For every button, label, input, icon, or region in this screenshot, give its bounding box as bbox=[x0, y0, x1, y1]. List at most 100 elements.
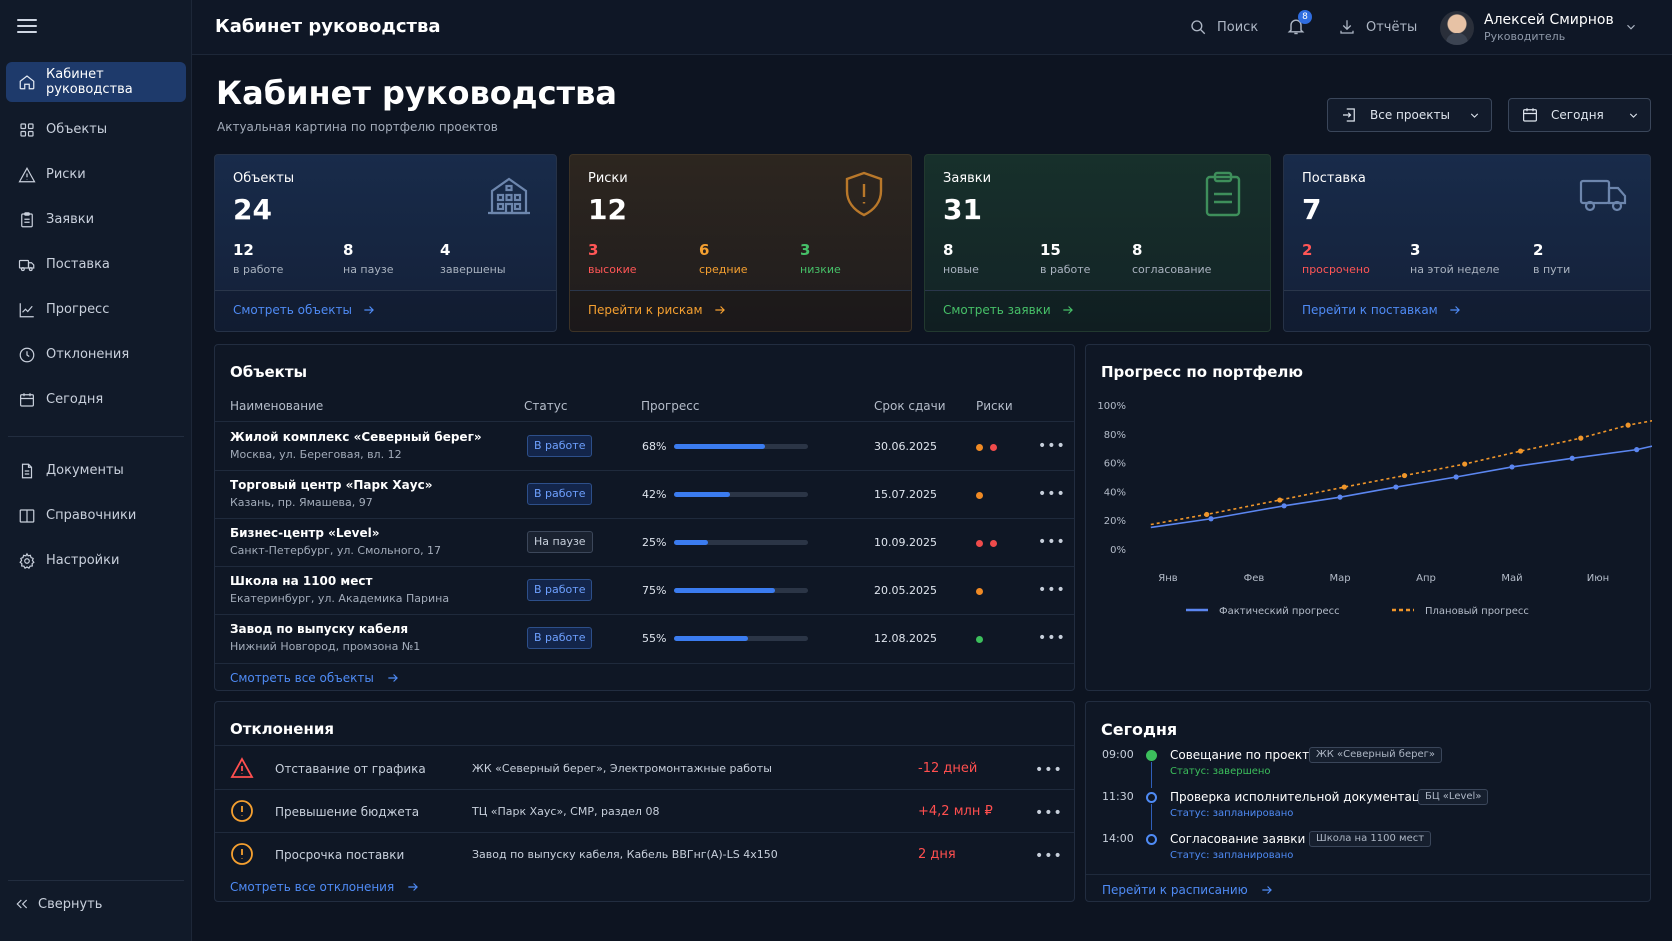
link-label: Смотреть все отклонения bbox=[230, 880, 395, 894]
card-label: Риски bbox=[588, 171, 628, 186]
column-header: Прогресс bbox=[641, 399, 700, 413]
sidebar-item-settings[interactable]: Настройки bbox=[0, 538, 192, 583]
reports-button[interactable]: Отчёты bbox=[1338, 18, 1417, 36]
clipboard-icon bbox=[1205, 171, 1241, 217]
sidebar-item-progress[interactable]: Прогресс bbox=[0, 287, 192, 332]
progress-bar bbox=[674, 444, 808, 449]
object-name: Бизнес-центр «Level» bbox=[230, 526, 380, 540]
truck-icon bbox=[18, 259, 35, 271]
link-label: Смотреть заявки bbox=[943, 303, 1051, 317]
legend-label: Фактический прогресс bbox=[1219, 606, 1340, 617]
deviation-row[interactable]: Превышение бюджета ТЦ «Парк Хаус», СМР, … bbox=[215, 790, 1074, 833]
card-sub-label: в работе bbox=[233, 263, 284, 276]
y-tick-label: 0% bbox=[1110, 545, 1126, 556]
divider bbox=[215, 421, 1074, 422]
status-badge: В работе bbox=[527, 483, 593, 505]
risk-dot bbox=[990, 540, 997, 547]
view-all-deviations-link[interactable]: Смотреть все отклонения bbox=[230, 880, 420, 894]
sidebar-item-objects[interactable]: Объекты bbox=[0, 107, 192, 152]
column-header: Риски bbox=[976, 399, 1013, 413]
sidebar-item-deviations[interactable]: Отклонения bbox=[0, 332, 192, 377]
link-label: Перейти к рискам bbox=[588, 303, 703, 317]
menu-icon[interactable] bbox=[17, 18, 37, 34]
search-button[interactable]: Поиск bbox=[1189, 18, 1258, 36]
deviation-row[interactable]: Просрочка поставки Завод по выпуску кабе… bbox=[215, 833, 1074, 876]
sidebar-item-requests[interactable]: Заявки bbox=[0, 197, 192, 242]
chevron-down-icon bbox=[1470, 113, 1479, 118]
notifications-badge: 8 bbox=[1298, 10, 1312, 24]
more-icon[interactable]: ••• bbox=[1035, 762, 1063, 778]
sidebar-item-label: Кабинет руководства bbox=[46, 67, 133, 97]
view-requests-link[interactable]: Смотреть заявки bbox=[943, 303, 1075, 317]
table-row[interactable]: Бизнес-центр «Level» Санкт-Петербург, ул.… bbox=[215, 519, 1074, 567]
table-row[interactable]: Жилой комплекс «Северный берег» Москва, у… bbox=[215, 423, 1074, 471]
timeline-line bbox=[1151, 762, 1152, 788]
progress-bar-fill bbox=[674, 588, 775, 593]
objects-panel: Объекты Наименование Статус Прогресс Сро… bbox=[214, 344, 1075, 691]
deviation-value: 2 дня bbox=[918, 847, 956, 862]
go-to-supply-link[interactable]: Перейти к поставкам bbox=[1302, 303, 1462, 317]
more-icon[interactable]: ••• bbox=[1038, 534, 1066, 550]
sidebar-item-references[interactable]: Справочники bbox=[0, 493, 192, 538]
y-tick-label: 100% bbox=[1097, 401, 1126, 412]
shield-alert-icon bbox=[845, 171, 883, 217]
x-tick-label: Июн bbox=[1587, 573, 1609, 584]
panel-title: Объекты bbox=[230, 363, 308, 381]
sidebar-item-supply[interactable]: Поставка bbox=[0, 242, 192, 287]
data-point bbox=[1462, 461, 1468, 467]
deviation-row[interactable]: Отставание от графика ЖК «Северный берег… bbox=[215, 747, 1074, 790]
chevron-down-icon[interactable] bbox=[1624, 20, 1638, 34]
view-objects-link[interactable]: Смотреть объекты bbox=[233, 303, 376, 317]
go-to-schedule-link[interactable]: Перейти к расписанию bbox=[1102, 883, 1274, 897]
column-header: Статус bbox=[524, 399, 568, 413]
collapse-sidebar-button[interactable]: Свернуть bbox=[14, 896, 102, 912]
deviation-type: Просрочка поставки bbox=[275, 848, 405, 862]
sidebar-item-today[interactable]: Сегодня bbox=[0, 377, 192, 422]
table-row[interactable]: Торговый центр «Парк Хаус» Казань, пр. Ям… bbox=[215, 471, 1074, 519]
more-icon[interactable]: ••• bbox=[1035, 805, 1063, 821]
warning-icon bbox=[18, 166, 36, 182]
event-time: 11:30 bbox=[1102, 790, 1134, 803]
more-icon[interactable]: ••• bbox=[1038, 486, 1066, 502]
data-point bbox=[1634, 447, 1640, 453]
date-filter-select[interactable]: Сегодня bbox=[1508, 98, 1651, 132]
series-line-planned bbox=[1150, 419, 1652, 526]
due-date: 10.09.2025 bbox=[874, 536, 937, 549]
more-icon[interactable]: ••• bbox=[1035, 848, 1063, 864]
user-name[interactable]: Алексей Смирнов bbox=[1484, 12, 1614, 28]
progress-bar bbox=[674, 492, 808, 497]
table-row[interactable]: Школа на 1100 мест Екатеринбург, ул. Акад… bbox=[215, 567, 1074, 615]
status-badge: В работе bbox=[527, 579, 593, 601]
card-footer: Смотреть объекты bbox=[215, 290, 556, 331]
progress-bar-fill bbox=[674, 444, 766, 449]
object-name: Торговый центр «Парк Хаус» bbox=[230, 478, 433, 492]
sidebar-divider bbox=[8, 436, 184, 437]
avatar[interactable] bbox=[1440, 11, 1474, 45]
sidebar-item-dashboard[interactable]: Кабинет руководства bbox=[6, 62, 186, 102]
card-sub-value: 3 bbox=[588, 241, 599, 259]
table-row[interactable]: Завод по выпуску кабеля Нижний Новгород, … bbox=[215, 615, 1074, 663]
go-to-risks-link[interactable]: Перейти к рискам bbox=[588, 303, 727, 317]
view-all-objects-link[interactable]: Смотреть все объекты bbox=[230, 671, 400, 685]
sidebar-item-risks[interactable]: Риски bbox=[0, 152, 192, 197]
risk-dot bbox=[990, 444, 997, 451]
sidebar-nav: Кабинет руководства Объекты Риски Заявки… bbox=[0, 62, 192, 422]
progress-chart: 0% 20% 40% 60% 80% 100% Янв Фев Мар Апр Май Июн Факт… bbox=[1097, 401, 1652, 617]
link-label: Перейти к расписанию bbox=[1102, 883, 1248, 897]
arrow-right-icon bbox=[1450, 306, 1460, 314]
more-icon[interactable]: ••• bbox=[1038, 630, 1066, 646]
chart-icon bbox=[19, 302, 34, 317]
card-sub-value: 12 bbox=[233, 241, 254, 259]
object-name: Жилой комплекс «Северный берег» bbox=[230, 430, 482, 444]
project-filter-select[interactable]: Все проекты bbox=[1327, 98, 1492, 132]
sidebar-item-documents[interactable]: Документы bbox=[0, 448, 192, 493]
card-sub-value: 3 bbox=[1410, 241, 1421, 259]
more-icon[interactable]: ••• bbox=[1038, 582, 1066, 598]
card-sub: 8 согласование bbox=[1132, 241, 1211, 276]
card-label: Заявки bbox=[943, 171, 992, 186]
more-icon[interactable]: ••• bbox=[1038, 438, 1066, 454]
clock-icon bbox=[19, 347, 35, 362]
object-address: Нижний Новгород, промзона №1 bbox=[230, 640, 421, 653]
card-sub-label: завершены bbox=[440, 263, 506, 276]
data-point bbox=[1208, 516, 1214, 522]
